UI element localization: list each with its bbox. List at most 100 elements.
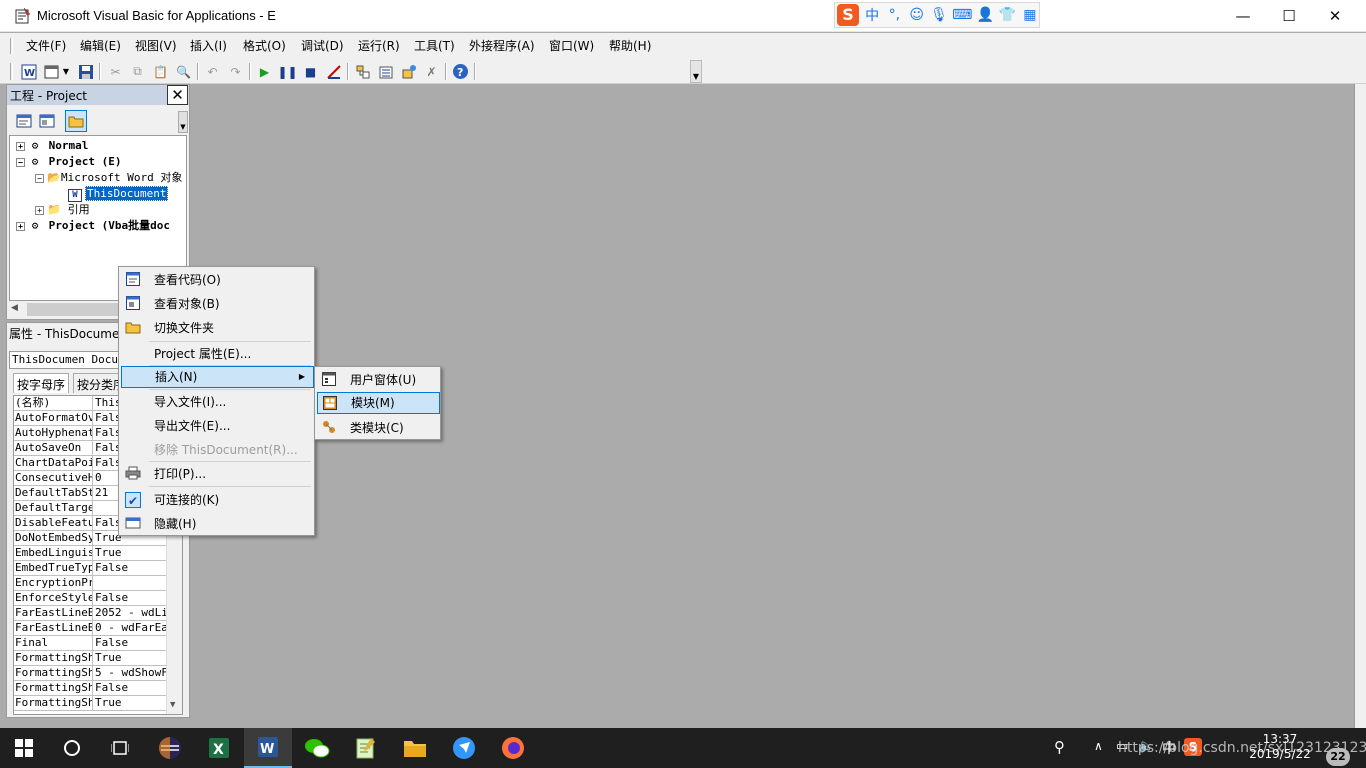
windows-start-icon[interactable] [0,728,48,768]
menu-edit[interactable]: 编辑(E) [80,37,121,54]
menu-run[interactable]: 运行(R) [358,37,400,54]
property-value[interactable]: True [95,696,167,711]
eclipse-icon[interactable] [146,728,194,768]
menu-project-properties[interactable]: Project 属性(E)... [121,343,312,365]
property-value[interactable]: True [95,546,167,561]
people-icon[interactable]: ⚲ [1054,738,1065,756]
menubar-grip[interactable] [10,38,13,54]
property-row[interactable]: FarEastLineBr 0 - wdFarEa [14,621,167,636]
object-browser-icon[interactable] [399,62,418,81]
property-value[interactable]: 0 - wdFarEa [95,621,167,636]
word-icon[interactable]: W [244,728,292,768]
wechat-icon[interactable] [293,728,341,768]
ime-mode-toggle[interactable]: 中 [863,5,881,25]
menu-view[interactable]: 视图(V) [135,37,177,54]
help-icon[interactable]: ? [451,62,470,81]
tree-node-project-e[interactable]: − ⚙ Project (E) [16,154,121,170]
toolbar-grip[interactable] [10,63,13,80]
property-row[interactable]: EmbedTrueType False [14,561,166,576]
save-icon[interactable] [76,62,95,81]
property-row[interactable]: EncryptionPro [14,576,166,591]
task-view-icon[interactable] [96,728,144,768]
menu-insert[interactable]: 插入(I) [190,37,227,54]
dingtalk-icon[interactable] [440,728,488,768]
menu-export-file[interactable]: 导出文件(E)... [121,415,312,437]
tree-node-normal[interactable]: + ⚙ Normal [16,138,88,154]
submenu-userform[interactable]: 用户窗体(U) [317,369,438,391]
tree-node-thisdocument[interactable]: W ThisDocument [68,186,169,202]
expand-icon[interactable]: + [16,141,25,151]
property-row[interactable]: FormattingSho True [14,651,166,666]
menu-debug[interactable]: 调试(D) [301,37,344,54]
tray-overflow-icon[interactable]: ∧ [1094,739,1103,753]
tab-alphabetic[interactable]: 按字母序 [13,373,70,393]
reset-icon[interactable]: ■ [301,62,320,81]
keyboard-icon[interactable]: ⌨ [952,7,972,23]
microphone-icon[interactable]: 🎙 [930,7,948,23]
property-value[interactable] [95,576,167,591]
property-row[interactable]: FormattingSho 5 - wdShowFi [14,666,167,681]
find-icon[interactable]: 🔍 [174,62,193,81]
sogou-logo-icon[interactable]: S [837,4,859,26]
property-value[interactable]: 5 - wdShowFi [95,666,167,681]
collapse-icon[interactable]: − [16,157,25,167]
property-value[interactable]: True [95,651,167,666]
collapse-icon[interactable]: − [35,173,44,183]
minimize-button[interactable]: — [1220,0,1266,32]
toolbar-overflow-icon[interactable]: ▼ [690,60,702,83]
menu-window[interactable]: 窗口(W) [549,37,594,54]
ime-toolbar[interactable]: S 中 °, ☺ 🎙 ⌨ 👤 👕 ▦ [834,2,1040,28]
menu-addins[interactable]: 外接程序(A) [469,37,535,54]
property-value[interactable]: False [95,591,167,606]
property-row[interactable]: EnforceStyle False [14,591,166,606]
menu-import-file[interactable]: 导入文件(I)... [121,391,312,413]
tree-node-references[interactable]: + 📁 引用 [35,202,90,218]
property-value[interactable]: False [95,636,167,651]
file-explorer-icon[interactable] [391,728,439,768]
skin-icon[interactable]: 👕 [998,7,1016,23]
clock[interactable]: 13:37 2019/5/22 [1248,732,1312,762]
redo-icon[interactable]: ↷ [226,62,245,81]
properties-window-icon[interactable] [376,62,395,81]
toolbox-icon[interactable]: ✗ [422,62,441,81]
close-button[interactable]: ✕ [1312,0,1358,32]
menu-file[interactable]: 文件(F) [26,37,66,54]
project-toolbar-overflow[interactable]: ▼ [178,111,188,133]
property-row[interactable]: FormattingSho False [14,681,166,696]
excel-icon[interactable]: X [195,728,243,768]
tree-node-word-objects[interactable]: − 📂Microsoft Word 对象 [35,170,182,186]
property-value[interactable]: False [95,561,167,576]
insert-userform-icon[interactable] [42,62,61,81]
menu-view-code[interactable]: 查看代码(O) [121,269,312,291]
menu-hide[interactable]: 隐藏(H) [121,513,312,535]
emoji-icon[interactable]: ☺ [908,7,926,23]
scroll-thumb[interactable] [27,303,127,316]
break-icon[interactable]: ❚❚ [277,62,297,81]
menu-tools[interactable]: 工具(T) [414,37,455,54]
view-object-icon[interactable] [36,110,58,132]
punctuation-toggle[interactable]: °, [885,7,903,23]
firefox-icon[interactable] [489,728,537,768]
copy-icon[interactable]: ⧉ [128,62,147,81]
expand-icon[interactable]: + [16,221,25,231]
menu-toggle-folders[interactable]: 切换文件夹 [121,317,312,339]
scroll-down-icon[interactable]: ▼ [170,700,175,710]
toolbox-icon[interactable]: ▦ [1021,7,1039,23]
property-row[interactable]: FarEastLineBr 2052 - wdLi [14,606,167,621]
property-row[interactable]: FormattingSho True [14,696,166,711]
project-close-button[interactable]: ✕ [167,85,188,105]
submenu-class-module[interactable]: 类模块(C) [317,417,438,439]
menu-print[interactable]: 打印(P)... [121,463,312,485]
insert-dropdown-icon[interactable]: ▼ [60,62,72,81]
property-row[interactable]: Final False [14,636,166,651]
run-icon[interactable]: ▶ [255,62,274,81]
design-mode-icon[interactable] [324,62,343,81]
user-icon[interactable]: 👤 [976,7,994,23]
view-word-icon[interactable]: W [19,62,38,81]
menu-help[interactable]: 帮助(H) [609,37,651,54]
maximize-button[interactable]: ☐ [1266,0,1312,32]
menu-view-object[interactable]: 查看对象(B) [121,293,312,315]
cut-icon[interactable]: ✂ [106,62,125,81]
toggle-folders-icon[interactable] [65,110,87,132]
expand-icon[interactable]: + [35,205,44,215]
